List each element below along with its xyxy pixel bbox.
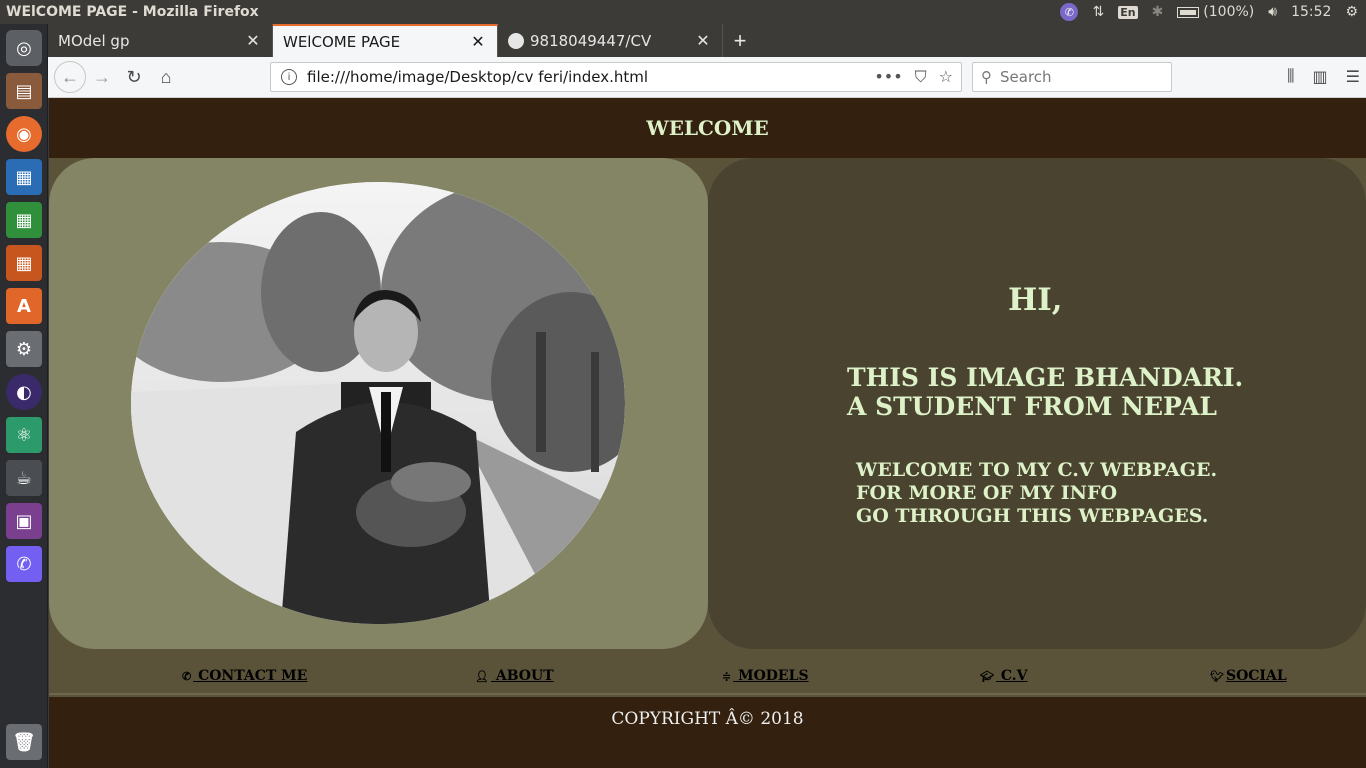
link-label: C.V	[995, 668, 1028, 684]
library-icon[interactable]: ⫼	[1287, 68, 1294, 86]
pocket-icon[interactable]: ⛉	[915, 67, 927, 87]
search-icon: ⚲	[981, 68, 992, 86]
eclipse-icon[interactable]: ◐	[6, 374, 42, 410]
page-title: WELCOME	[646, 116, 769, 140]
copyright-footer: COPYRIGHT Â© 2018	[49, 697, 1366, 768]
file-manager-icon[interactable]: ▤	[6, 73, 42, 109]
web-page: WELCOME HI, THIS IS IMAGE BHANDARI. A ST…	[49, 98, 1366, 768]
software-center-icon[interactable]: A	[6, 288, 42, 324]
battery-icon	[1177, 6, 1200, 18]
forward-button[interactable]: →	[86, 61, 118, 93]
models-link[interactable]: ≑ MODELS	[722, 668, 809, 684]
page-actions-icon[interactable]: •••	[874, 67, 902, 87]
java-app-icon[interactable]: ☕	[6, 460, 42, 496]
media-app-icon[interactable]: ▣	[6, 503, 42, 539]
intro-line: THIS IS IMAGE BHANDARI.	[847, 363, 1244, 392]
tab-model-gp[interactable]: MOdel gp ✕	[48, 24, 273, 57]
graduation-cap-icon: 🎓︎	[980, 670, 994, 683]
close-icon[interactable]: ✕	[694, 31, 712, 50]
network-icon[interactable]: ⇅	[1092, 4, 1104, 20]
close-icon[interactable]: ✕	[244, 31, 262, 50]
tab-label: MOdel gp	[58, 31, 130, 50]
libreoffice-calc-icon[interactable]: ▦	[6, 202, 42, 238]
search-placeholder: Search	[1000, 68, 1052, 86]
dash-home-icon[interactable]: ◎	[6, 30, 42, 66]
user-icon: 👤︎	[475, 670, 489, 683]
info-icon[interactable]: i	[281, 69, 297, 85]
tab-cv-github[interactable]: 9818049447/CV ✕	[498, 24, 723, 57]
intro-panel: HI, THIS IS IMAGE BHANDARI. A STUDENT FR…	[708, 158, 1366, 649]
back-button[interactable]: ←	[54, 61, 86, 93]
reload-button[interactable]: ↻	[118, 61, 150, 93]
browser-toolbar: ← → ↻ ⌂ i file:///home/image/Desktop/cv …	[48, 57, 1366, 98]
cv-link[interactable]: 🎓︎ C.V	[980, 668, 1027, 684]
volume-icon[interactable]: 🔊︎	[1268, 4, 1277, 20]
battery-indicator[interactable]: (100%)	[1177, 4, 1254, 20]
browser-tab-strip: MOdel gp ✕ WElCOME PAGE ✕ 9818049447/CV …	[48, 24, 1366, 57]
greeting-heading: HI,	[1008, 282, 1063, 318]
page-header: WELCOME	[49, 98, 1366, 158]
new-tab-button[interactable]: +	[723, 24, 757, 57]
bookmark-star-icon[interactable]: ☆	[939, 67, 953, 87]
tab-label: 9818049447/CV	[530, 31, 652, 50]
settings-gear-icon[interactable]: ⚙	[1345, 4, 1358, 20]
tab-label: WElCOME PAGE	[283, 32, 401, 51]
twitter-icon: 🐦︎	[1210, 670, 1224, 683]
firefox-icon[interactable]: ◉	[6, 116, 42, 152]
window-title: WElCOME PAGE - Mozilla Firefox	[6, 4, 259, 20]
photo-panel	[49, 158, 708, 649]
contact-me-link[interactable]: ✆ CONTACT ME	[182, 668, 307, 684]
system-top-panel: WElCOME PAGE - Mozilla Firefox ✆ ⇅ En ✱ …	[0, 0, 1366, 24]
address-bar[interactable]: i file:///home/image/Desktop/cv feri/ind…	[270, 62, 962, 92]
welcome-line: WELCOME TO MY C.V WEBPAGE.	[856, 459, 1218, 481]
close-icon[interactable]: ✕	[469, 32, 487, 51]
tab-welcome-page[interactable]: WElCOME PAGE ✕	[273, 24, 498, 57]
intro-text: THIS IS IMAGE BHANDARI. A STUDENT FROM N…	[847, 363, 1243, 421]
link-label: ABOUT	[490, 668, 554, 684]
keyboard-layout-indicator[interactable]: En	[1118, 5, 1138, 19]
sidebar-icon[interactable]: ▥	[1313, 67, 1328, 87]
atom-editor-icon[interactable]: ⚛	[6, 417, 42, 453]
search-input[interactable]: ⚲ Search	[972, 62, 1172, 92]
sliders-icon: ≑	[722, 670, 732, 683]
home-button[interactable]: ⌂	[150, 61, 182, 93]
battery-percent: (100%)	[1203, 4, 1255, 20]
link-label: SOCIAL	[1225, 668, 1287, 684]
libreoffice-writer-icon[interactable]: ▦	[6, 159, 42, 195]
app-launcher: ◎ ▤ ◉ ▦ ▦ ▦ A ⚙ ◐ ⚛ ☕ ▣ ✆ 🗑︎	[0, 24, 48, 768]
viber-tray-icon[interactable]: ✆	[1060, 3, 1079, 21]
system-tray: ✆ ⇅ En ✱ (100%) 🔊︎ 15:52 ⚙	[1060, 0, 1358, 24]
viber-launcher-icon[interactable]: ✆	[6, 546, 42, 582]
intro-line: A STUDENT FROM NEPAL	[847, 392, 1217, 421]
social-link[interactable]: 🐦︎ SOCIAL	[1210, 668, 1287, 684]
welcome-line: GO THROUGH THIS WEBPAGES.	[856, 505, 1209, 527]
github-icon	[508, 32, 524, 49]
copyright-text: COPYRIGHT Â© 2018	[611, 709, 804, 729]
footer-navigation: ✆ CONTACT ME 👤︎ ABOUT ≑ MODELS 🎓︎ C.V 🐦︎…	[49, 649, 1366, 695]
bluetooth-icon[interactable]: ✱	[1152, 4, 1164, 20]
libreoffice-impress-icon[interactable]: ▦	[6, 245, 42, 281]
welcome-line: FOR MORE OF MY INFO	[856, 482, 1118, 504]
link-label: CONTACT ME	[193, 668, 308, 684]
link-label: MODELS	[733, 668, 809, 684]
phone-icon: ✆	[182, 670, 192, 683]
about-link[interactable]: 👤︎ ABOUT	[475, 668, 554, 684]
trash-icon[interactable]: 🗑︎	[6, 724, 42, 760]
url-text[interactable]: file:///home/image/Desktop/cv feri/index…	[307, 68, 874, 86]
system-settings-icon[interactable]: ⚙	[6, 331, 42, 367]
profile-photo	[131, 182, 625, 624]
menu-icon[interactable]: ☰	[1346, 67, 1360, 87]
clock[interactable]: 15:52	[1291, 4, 1331, 20]
welcome-message: WELCOME TO MY C.V WEBPAGE. FOR MORE OF M…	[856, 459, 1217, 528]
